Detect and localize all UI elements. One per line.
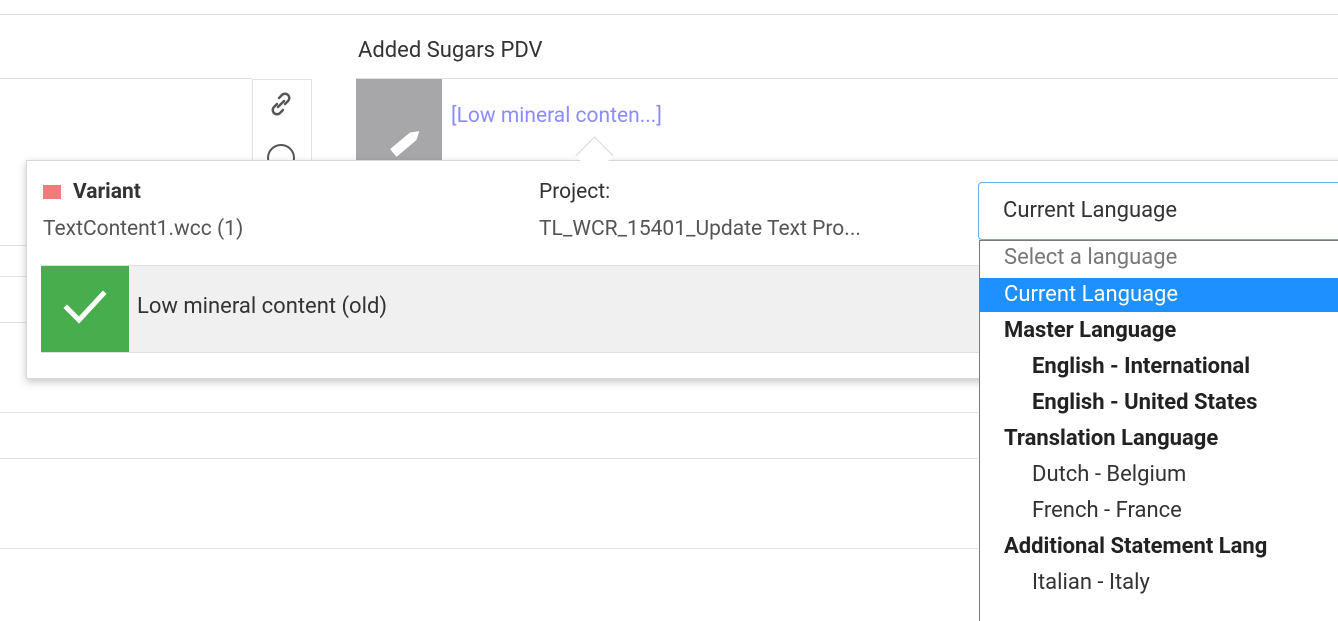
check-icon [63,290,107,324]
project-name: TL_WCR_15401_Update Text Pro... [539,217,861,241]
option-french-france[interactable]: French - France [980,494,1338,528]
variant-label: Variant [73,180,141,204]
variant-color-swatch [43,185,61,199]
content-preview-link[interactable]: [Low mineral conten...] [451,104,662,128]
pencil-icon [390,131,420,157]
option-placeholder[interactable]: Select a language [980,241,1338,275]
divider [0,276,26,277]
project-label: Project: [539,180,611,204]
optgroup-additional-statement-language: Additional Statement Lang [1004,534,1268,559]
content-thumbnail[interactable] [356,79,442,164]
divider [0,322,26,323]
divider [0,78,252,79]
option-dutch-belgium[interactable]: Dutch - Belgium [980,458,1338,492]
optgroup-master-language: Master Language [1004,318,1177,343]
variant-file-name: TextContent1.wcc (1) [43,217,244,241]
divider [0,458,978,459]
divider [0,14,1338,15]
column-title: Added Sugars PDV [358,38,543,63]
language-options-list[interactable]: Select a language Current Language Maste… [979,240,1338,621]
content-version-text: Low mineral content (old) [137,294,388,319]
option-italian-italy[interactable]: Italian - Italy [980,566,1338,600]
divider [0,245,26,246]
divider [356,78,1338,79]
divider [0,548,978,549]
link-icon[interactable] [267,90,295,118]
action-icon-column [252,79,312,172]
divider [0,412,978,413]
language-select-value: Current Language [1003,198,1178,223]
language-select[interactable]: Current Language [978,182,1338,240]
optgroup-translation-language: Translation Language [1004,426,1219,451]
approve-check-button[interactable] [41,266,129,352]
option-current-language[interactable]: Current Language [980,278,1338,312]
option-english-international[interactable]: English - International [980,350,1338,384]
option-english-united-states[interactable]: English - United States [980,386,1338,420]
